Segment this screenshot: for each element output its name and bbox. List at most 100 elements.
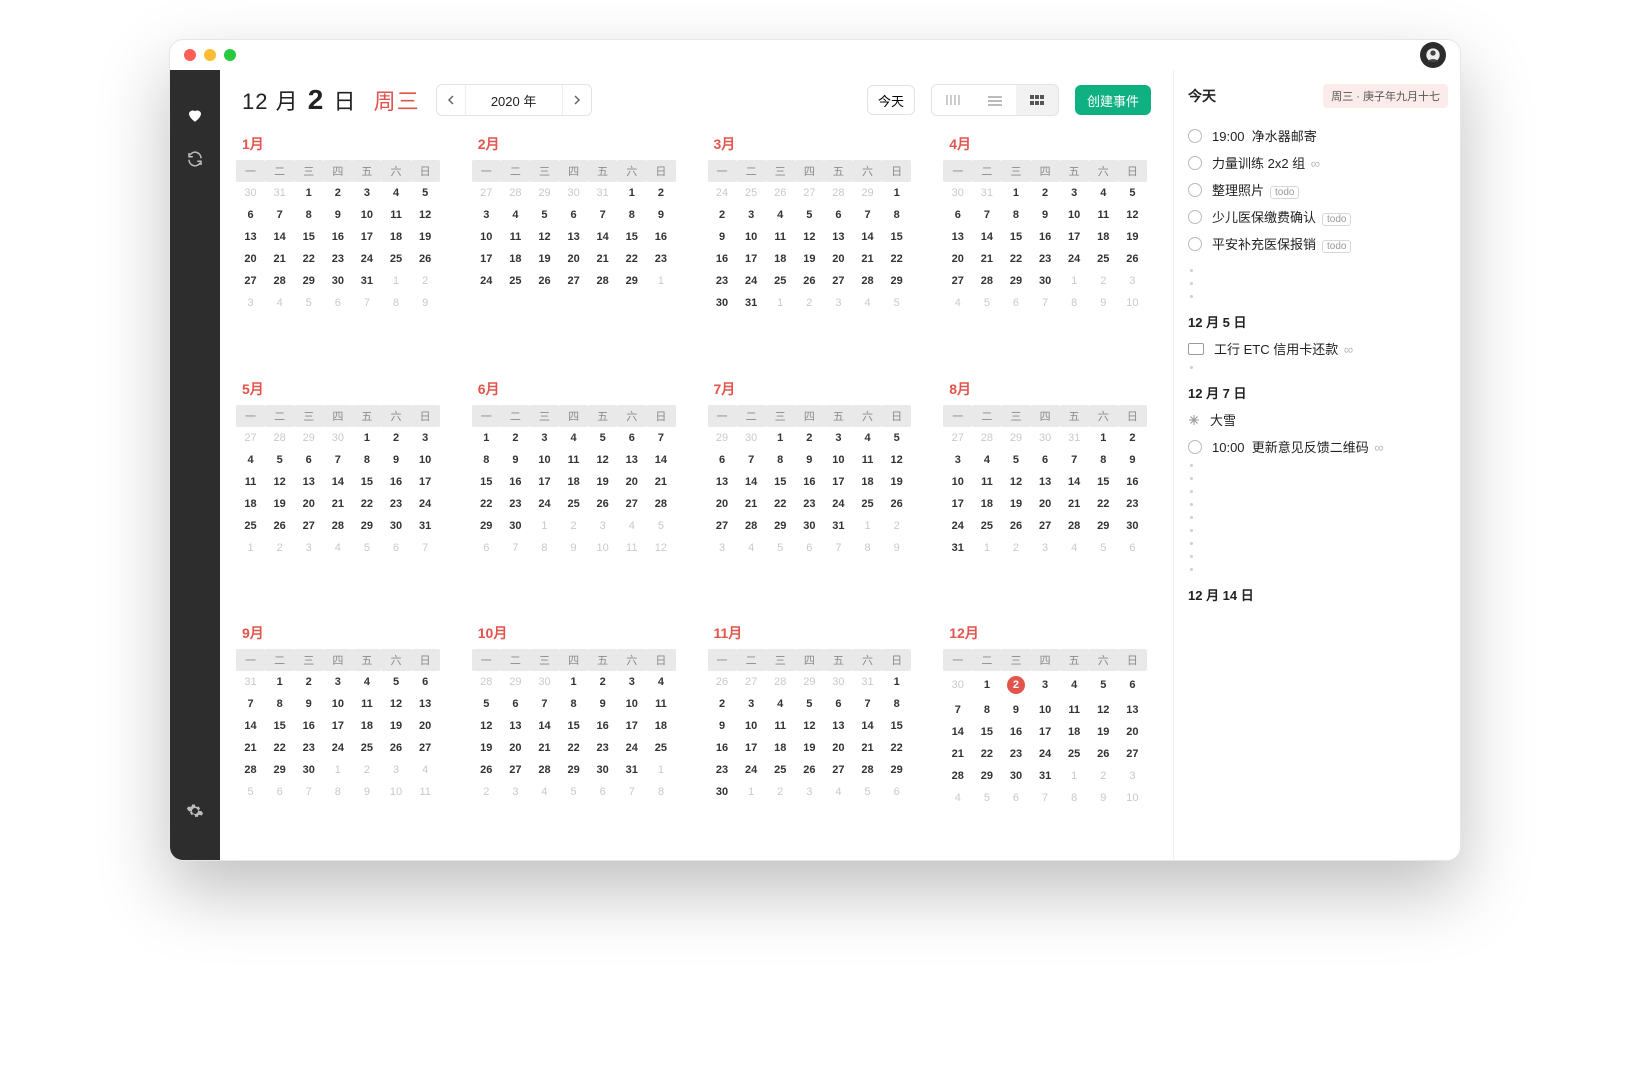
day-cell[interactable]: 15	[766, 471, 795, 493]
day-cell[interactable]: 7	[501, 537, 530, 559]
day-cell[interactable]: 2	[1118, 427, 1147, 449]
day-cell[interactable]: 1	[766, 292, 795, 314]
day-cell[interactable]: 14	[588, 226, 617, 248]
day-cell[interactable]: 3	[411, 427, 440, 449]
day-cell[interactable]: 11	[236, 471, 265, 493]
day-cell[interactable]: 11	[381, 204, 410, 226]
day-cell[interactable]: 20	[411, 715, 440, 737]
day-cell[interactable]: 24	[352, 248, 381, 270]
day-cell[interactable]: 20	[1118, 721, 1147, 743]
day-cell[interactable]: 23	[501, 493, 530, 515]
day-cell[interactable]: 19	[472, 737, 501, 759]
day-cell[interactable]: 19	[1118, 226, 1147, 248]
day-cell[interactable]: 21	[853, 248, 882, 270]
window-minimize-button[interactable]	[204, 49, 216, 61]
day-cell[interactable]: 19	[795, 737, 824, 759]
day-cell[interactable]: 30	[708, 292, 737, 314]
day-cell[interactable]: 31	[972, 182, 1001, 204]
day-cell[interactable]: 5	[1118, 182, 1147, 204]
day-cell[interactable]: 7	[737, 449, 766, 471]
day-cell[interactable]: 10	[352, 204, 381, 226]
day-cell[interactable]: 8	[853, 537, 882, 559]
day-cell[interactable]: 4	[381, 182, 410, 204]
day-cell[interactable]: 16	[795, 471, 824, 493]
day-cell[interactable]: 2	[588, 671, 617, 693]
day-cell[interactable]: 17	[1031, 721, 1060, 743]
day-cell[interactable]: 8	[323, 781, 352, 803]
day-cell[interactable]: 18	[1089, 226, 1118, 248]
day-cell[interactable]: 9	[559, 537, 588, 559]
day-cell[interactable]: 12	[795, 715, 824, 737]
day-cell[interactable]: 18	[766, 248, 795, 270]
day-cell[interactable]: 12	[381, 693, 410, 715]
day-cell[interactable]: 28	[323, 515, 352, 537]
day-cell[interactable]: 10	[617, 693, 646, 715]
day-cell[interactable]: 22	[1089, 493, 1118, 515]
day-cell[interactable]: 15	[882, 715, 911, 737]
day-cell[interactable]: 6	[472, 537, 501, 559]
day-cell[interactable]: 6	[1118, 671, 1147, 699]
day-cell[interactable]: 26	[381, 737, 410, 759]
day-cell[interactable]: 29	[972, 765, 1001, 787]
day-cell[interactable]: 10	[530, 449, 559, 471]
day-cell[interactable]: 27	[559, 270, 588, 292]
day-cell[interactable]: 6	[1001, 292, 1030, 314]
day-cell[interactable]: 8	[1060, 787, 1089, 809]
day-cell[interactable]: 9	[1089, 292, 1118, 314]
day-cell[interactable]: 31	[943, 537, 972, 559]
day-cell[interactable]: 22	[1001, 248, 1030, 270]
day-cell[interactable]: 18	[766, 737, 795, 759]
day-cell[interactable]: 25	[236, 515, 265, 537]
day-cell[interactable]: 2	[1031, 182, 1060, 204]
day-cell[interactable]: 5	[795, 693, 824, 715]
day-cell[interactable]: 10	[737, 226, 766, 248]
day-cell[interactable]: 30	[1031, 270, 1060, 292]
day-cell[interactable]: 22	[352, 493, 381, 515]
day-cell[interactable]: 1	[737, 781, 766, 803]
day-cell[interactable]: 6	[1031, 449, 1060, 471]
day-cell[interactable]: 26	[588, 493, 617, 515]
day-cell[interactable]: 25	[737, 182, 766, 204]
day-cell[interactable]: 7	[853, 693, 882, 715]
day-cell[interactable]: 27	[737, 671, 766, 693]
day-cell[interactable]: 17	[617, 715, 646, 737]
day-cell[interactable]: 6	[1001, 787, 1030, 809]
day-cell[interactable]: 7	[265, 204, 294, 226]
day-cell[interactable]: 5	[1089, 671, 1118, 699]
day-cell[interactable]: 4	[1089, 182, 1118, 204]
day-cell[interactable]: 8	[1060, 292, 1089, 314]
day-cell[interactable]: 2	[795, 427, 824, 449]
day-cell[interactable]: 11	[501, 226, 530, 248]
day-cell[interactable]: 3	[472, 204, 501, 226]
day-cell[interactable]: 7	[853, 204, 882, 226]
day-cell[interactable]: 8	[882, 693, 911, 715]
day-cell[interactable]: 10	[381, 781, 410, 803]
day-cell[interactable]: 3	[795, 781, 824, 803]
day-cell[interactable]: 28	[853, 759, 882, 781]
day-cell[interactable]: 31	[1060, 427, 1089, 449]
event-row[interactable]: 19:00 净水器邮寄	[1188, 126, 1448, 145]
day-cell[interactable]: 9	[411, 292, 440, 314]
view-year-button[interactable]	[1016, 85, 1058, 115]
day-cell[interactable]: 13	[824, 226, 853, 248]
day-cell[interactable]: 20	[236, 248, 265, 270]
day-cell[interactable]: 31	[352, 270, 381, 292]
day-cell[interactable]: 29	[294, 427, 323, 449]
day-cell-today[interactable]: 2	[1001, 671, 1030, 699]
day-cell[interactable]: 9	[795, 449, 824, 471]
day-cell[interactable]: 11	[559, 449, 588, 471]
day-cell[interactable]: 5	[352, 537, 381, 559]
day-cell[interactable]: 26	[882, 493, 911, 515]
day-cell[interactable]: 7	[588, 204, 617, 226]
day-cell[interactable]: 26	[1001, 515, 1030, 537]
day-cell[interactable]: 1	[1060, 270, 1089, 292]
day-cell[interactable]: 8	[352, 449, 381, 471]
day-cell[interactable]: 8	[1089, 449, 1118, 471]
day-cell[interactable]: 12	[1001, 471, 1030, 493]
day-cell[interactable]: 8	[472, 449, 501, 471]
day-cell[interactable]: 31	[1031, 765, 1060, 787]
day-cell[interactable]: 1	[472, 427, 501, 449]
day-cell[interactable]: 9	[646, 204, 675, 226]
day-cell[interactable]: 28	[588, 270, 617, 292]
day-cell[interactable]: 24	[323, 737, 352, 759]
